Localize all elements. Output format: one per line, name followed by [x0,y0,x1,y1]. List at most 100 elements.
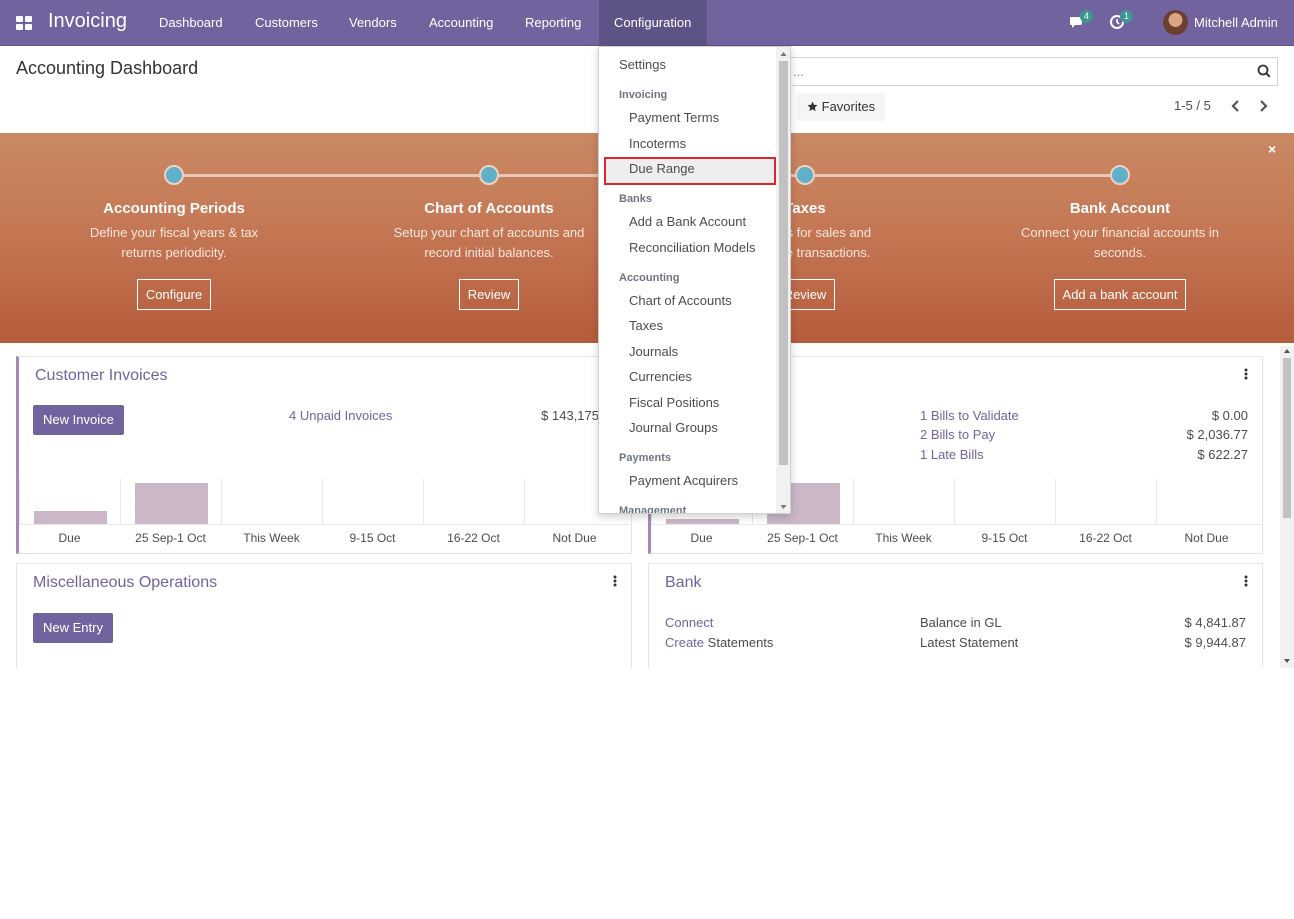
latest-statement-label: Latest Statement [920,635,1019,650]
menu-item-settings[interactable]: Settings [619,57,666,72]
menu-item-taxes[interactable]: Taxes [629,318,663,333]
user-name[interactable]: Mitchell Admin [1194,15,1278,30]
menu-accounting[interactable]: Accounting [414,0,508,45]
apps-grid-icon[interactable] [16,16,32,30]
card-title[interactable]: Bank [665,574,701,592]
chevron-left-icon [1231,100,1239,112]
graph-column [853,479,954,525]
dropdown-scroll-up-icon[interactable] [779,50,788,58]
card-menu-icon[interactable] [613,575,617,587]
latest-statement-amount: $ 9,944.87 [1184,635,1246,650]
new-entry-button[interactable]: New Entry [33,613,113,643]
graph-label-16-22oct: 16-22 Oct [447,531,500,545]
favorites-button[interactable]: Favorites [797,93,885,121]
new-invoice-button[interactable]: New Invoice [33,405,124,435]
review-chart-button[interactable]: Review [458,279,520,310]
menu-item-reconciliation-models[interactable]: Reconciliation Models [629,240,755,255]
create-statements-row: Create Statements [665,635,773,650]
bills-to-pay-link[interactable]: 2 Bills to Pay [920,427,995,442]
unpaid-invoices-link[interactable]: 4 Unpaid Invoices [289,408,392,423]
graph-label-9-15oct: 9-15 Oct [981,531,1028,545]
customer-invoices-graph[interactable] [19,479,629,525]
bills-to-pay-amount: $ 2,036.77 [1186,427,1248,442]
scroll-up-arrow-icon[interactable] [1282,347,1292,355]
graph-column [19,479,120,525]
pager-next-button[interactable] [1253,96,1273,116]
step-description-line-1: Connect your financial accounts in [1020,225,1219,240]
app-brand[interactable]: Invoicing [48,10,127,33]
step-description-line-1: Setup your chart of accounts and [393,225,585,240]
menu-item-payment-acquirers[interactable]: Payment Acquirers [629,473,738,488]
messages-badge: 4 [1080,10,1094,23]
scroll-down-arrow-icon[interactable] [1282,657,1292,665]
graph-label-this-week: This Week [243,531,300,545]
search-input[interactable]: ... [788,57,1278,86]
step-title: Accounting Periods [103,200,245,217]
graph-label-this-week: This Week [875,531,932,545]
menu-item-journals[interactable]: Journals [629,344,678,359]
connect-bank-link[interactable]: Connect [665,615,713,630]
step-title: Chart of Accounts [424,200,554,217]
card-menu-icon[interactable] [1244,575,1248,587]
search-icon[interactable] [1251,58,1277,85]
late-bills-link[interactable]: 1 Late Bills [920,447,984,462]
menu-reporting[interactable]: Reporting [510,0,596,45]
menu-header-payments: Payments [619,452,671,464]
graph-label-9-15oct: 9-15 Oct [349,531,396,545]
menu-item-incoterms[interactable]: Incoterms [629,136,686,151]
menu-customers[interactable]: Customers [240,0,333,45]
menu-item-due-range[interactable]: Due Range [629,161,695,176]
graph-label-due: Due [690,531,713,545]
menu-item-add-bank-account[interactable]: Add a Bank Account [629,214,746,229]
create-statement-link[interactable]: Create [665,635,704,650]
main-scrollbar-thumb[interactable] [1283,358,1291,518]
menu-item-chart-of-accounts[interactable]: Chart of Accounts [629,293,732,308]
step-description-line-2: seconds. [1093,245,1147,260]
menu-header-invoicing: Invoicing [619,89,668,101]
dropdown-scroll-down-icon[interactable] [779,503,788,511]
graph-baseline [651,524,1261,525]
graph-label-25sep-1oct: 25 Sep-1 Oct [767,531,838,545]
customer-invoices-card: Customer Invoices New Invoice 4 Unpaid I… [16,356,632,554]
step-dot-4 [1110,165,1130,185]
star-icon [807,101,818,112]
menu-item-journal-groups[interactable]: Journal Groups [629,420,718,435]
menu-configuration[interactable]: Configuration [599,0,707,45]
chevron-right-icon [1260,100,1268,112]
close-icon[interactable]: × [1268,141,1276,157]
graph-column [1055,479,1156,525]
menu-dashboard[interactable]: Dashboard [144,0,238,45]
menu-header-banks: Banks [619,193,653,205]
dropdown-scrollbar-thumb[interactable] [779,61,788,465]
menu-header-accounting: Accounting [619,272,680,284]
configure-button[interactable]: Configure [136,279,212,310]
balance-in-gl-label: Balance in GL [920,615,1002,630]
graph-label-not-due: Not Due [552,531,597,545]
search-placeholder: ... [793,64,804,79]
messages-icon[interactable]: 4 [1069,10,1094,32]
page-blank-area [0,668,1294,919]
onboarding-step-accounting-periods: Accounting Periods Define your fiscal ye… [64,200,284,310]
menu-item-payment-terms[interactable]: Payment Terms [629,110,719,125]
card-title[interactable]: Customer Invoices [35,367,168,385]
menu-vendors[interactable]: Vendors [334,0,412,45]
card-title[interactable]: Miscellaneous Operations [33,574,217,592]
configuration-dropdown-menu: Settings Invoicing Payment Terms Incoter… [598,46,791,514]
graph-label-not-due: Not Due [1184,531,1229,545]
pager-previous-button[interactable] [1226,96,1246,116]
activities-badge: 1 [1120,10,1134,23]
bills-to-validate-amount: $ 0.00 [1211,408,1248,423]
activities-icon[interactable]: 1 [1109,10,1134,32]
menu-item-fiscal-positions[interactable]: Fiscal Positions [629,395,719,410]
pager-value[interactable]: 1-5 / 5 [1174,98,1211,113]
bills-to-validate-link[interactable]: 1 Bills to Validate [920,408,1019,423]
graph-column [221,479,322,525]
step-description-line-2: record initial balances. [424,245,554,260]
menu-item-currencies[interactable]: Currencies [629,369,692,384]
graph-label-16-22oct: 16-22 Oct [1079,531,1132,545]
step-dot-3 [795,165,815,185]
add-bank-account-button[interactable]: Add a bank account [1053,279,1187,310]
graph-column [954,479,1055,525]
card-menu-icon[interactable] [1244,368,1248,380]
user-avatar[interactable] [1163,10,1188,35]
